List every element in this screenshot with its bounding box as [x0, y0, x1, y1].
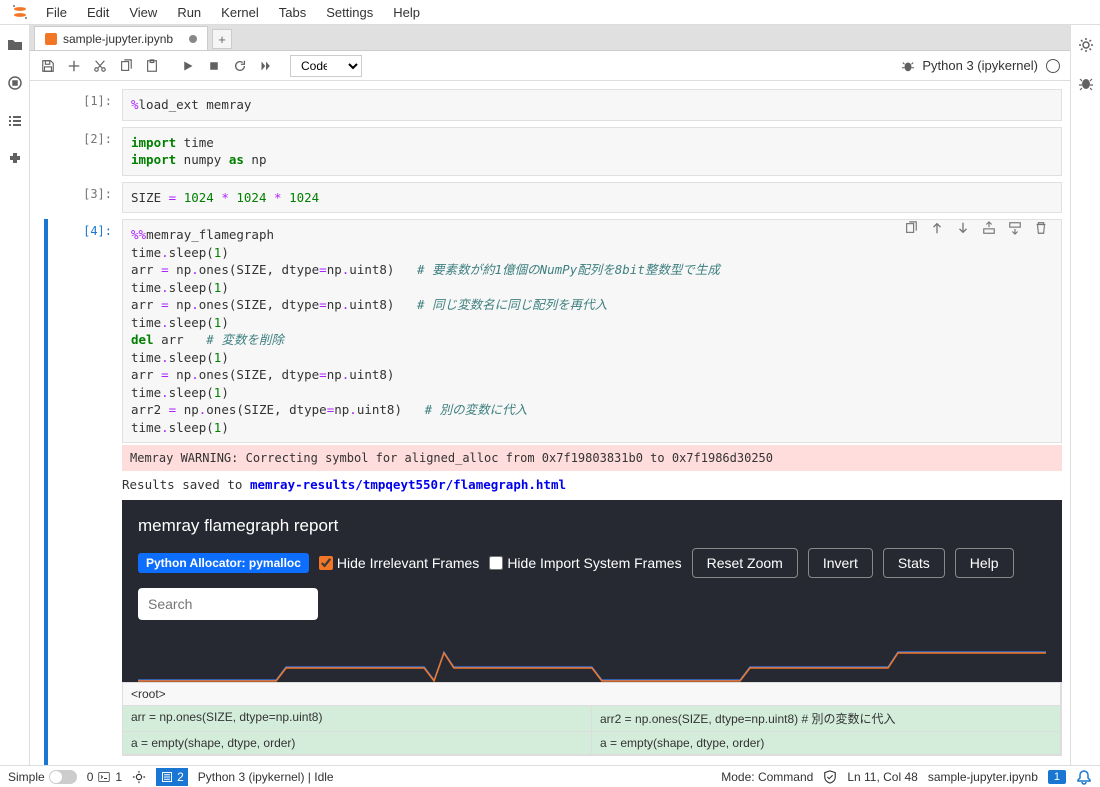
results-link[interactable]: memray-results/tmpqeyt550r/flamegraph.ht… [250, 477, 566, 492]
right-sidebar [1070, 25, 1100, 765]
tab-bar: sample-jupyter.ipynb + [30, 25, 1070, 51]
add-tab-button[interactable]: + [212, 29, 232, 49]
code-input[interactable]: %%memray_flamegraph time.sleep(1) arr = … [122, 219, 1062, 443]
table-row[interactable]: arr = np.ones(SIZE, dtype=np.uint8) arr2… [123, 706, 1061, 732]
tab-title: sample-jupyter.ipynb [63, 32, 173, 46]
hide-irrelevant-check[interactable]: Hide Irrelevant Frames [319, 555, 479, 571]
stats-button[interactable]: Stats [883, 548, 945, 578]
table-row[interactable]: <root> [123, 683, 1061, 706]
celltype-select[interactable]: Code [290, 55, 362, 77]
terminals-count[interactable]: 01 [87, 770, 122, 784]
flamegraph-title: memray flamegraph report [138, 516, 1046, 536]
copy-button[interactable] [114, 54, 138, 78]
menu-view[interactable]: View [119, 2, 167, 23]
main-area: sample-jupyter.ipynb + Code Python 3 (ip… [30, 25, 1070, 765]
output-warning: Memray WARNING: Correcting symbol for al… [122, 445, 1062, 471]
run-button[interactable] [176, 54, 200, 78]
notebook-icon [45, 33, 57, 45]
kernel-status-icon[interactable] [1046, 59, 1060, 73]
toc-icon[interactable] [7, 113, 23, 129]
output-results: Results saved to memray-results/tmpqeyt5… [122, 471, 1062, 496]
stop-button[interactable] [202, 54, 226, 78]
save-button[interactable] [36, 54, 60, 78]
kernel-settings-icon[interactable] [896, 54, 920, 78]
property-inspector-icon[interactable] [1078, 37, 1094, 53]
flamegraph-timeline[interactable] [138, 632, 1046, 682]
cell-prompt: [3]: [62, 182, 122, 214]
status-bar: Simple 01 2 Python 3 (ipykernel) | Idle … [0, 765, 1100, 787]
kernel-settings-status[interactable] [132, 770, 146, 784]
menu-help[interactable]: Help [383, 2, 430, 23]
table-row[interactable]: a = empty(shape, dtype, order) a = empty… [123, 732, 1061, 755]
menu-kernel[interactable]: Kernel [211, 2, 269, 23]
tab-notebook[interactable]: sample-jupyter.ipynb [34, 26, 208, 50]
hide-import-check[interactable]: Hide Import System Frames [489, 555, 681, 571]
insert-above-icon[interactable] [982, 221, 998, 237]
simple-toggle[interactable]: Simple [8, 770, 77, 784]
flamegraph-search-input[interactable] [138, 588, 318, 620]
flamegraph-report: memray flamegraph report Python Allocato… [122, 500, 1062, 682]
restart-button[interactable] [228, 54, 252, 78]
dirty-indicator-icon [189, 35, 197, 43]
menu-tabs[interactable]: Tabs [269, 2, 316, 23]
cut-button[interactable] [88, 54, 112, 78]
menu-settings[interactable]: Settings [316, 2, 383, 23]
left-sidebar [0, 25, 30, 765]
cell-toolbar [904, 221, 1050, 237]
menubar: File Edit View Run Kernel Tabs Settings … [0, 0, 1100, 25]
file-name-status: sample-jupyter.ipynb [928, 770, 1038, 784]
cursor-position: Ln 11, Col 48 [847, 770, 918, 784]
duplicate-icon[interactable] [904, 221, 920, 237]
paste-button[interactable] [140, 54, 164, 78]
notebook-content[interactable]: [1]: %load_ext memray [2]: import time i… [30, 81, 1070, 765]
debug-icon[interactable] [1078, 75, 1094, 91]
move-down-icon[interactable] [956, 221, 972, 237]
cell-prompt: [4]: [62, 219, 122, 765]
kernel-name[interactable]: Python 3 (ipykernel) [922, 58, 1038, 73]
cell-3[interactable]: [3]: SIZE = 1024 * 1024 * 1024 [62, 182, 1062, 214]
trust-icon[interactable] [823, 770, 837, 784]
cell-2[interactable]: [2]: import time import numpy as np [62, 127, 1062, 176]
cell-prompt: [2]: [62, 127, 122, 176]
move-up-icon[interactable] [930, 221, 946, 237]
bell-icon[interactable] [1076, 769, 1092, 785]
delete-icon[interactable] [1034, 221, 1050, 237]
code-input[interactable]: import time import numpy as np [122, 127, 1062, 176]
add-cell-button[interactable] [62, 54, 86, 78]
flamegraph-table: <root> arr = np.ones(SIZE, dtype=np.uint… [122, 682, 1062, 756]
menu-edit[interactable]: Edit [77, 2, 119, 23]
cell-1[interactable]: [1]: %load_ext memray [62, 89, 1062, 121]
code-input[interactable]: %load_ext memray [122, 89, 1062, 121]
extensions-icon[interactable] [7, 151, 23, 167]
notification-count[interactable]: 1 [1048, 770, 1066, 784]
menu-file[interactable]: File [36, 2, 77, 23]
cell-prompt: [1]: [62, 89, 122, 121]
cell-4[interactable]: [4]: %%memray_flamegraph time.sleep(1) a… [62, 219, 1062, 765]
code-input[interactable]: SIZE = 1024 * 1024 * 1024 [122, 182, 1062, 214]
help-button[interactable]: Help [955, 548, 1014, 578]
menu-run[interactable]: Run [167, 2, 211, 23]
sidebar-status[interactable]: 2 [156, 768, 188, 786]
insert-below-icon[interactable] [1008, 221, 1024, 237]
invert-button[interactable]: Invert [808, 548, 873, 578]
jupyter-logo [10, 2, 30, 22]
mode-status: Mode: Command [721, 770, 813, 784]
restart-run-all-button[interactable] [254, 54, 278, 78]
kernel-status-text[interactable]: Python 3 (ipykernel) | Idle [198, 770, 334, 784]
folder-icon[interactable] [7, 37, 23, 53]
allocator-badge: Python Allocator: pymalloc [138, 553, 309, 573]
reset-zoom-button[interactable]: Reset Zoom [692, 548, 798, 578]
notebook-toolbar: Code Python 3 (ipykernel) [30, 51, 1070, 81]
running-icon[interactable] [7, 75, 23, 91]
